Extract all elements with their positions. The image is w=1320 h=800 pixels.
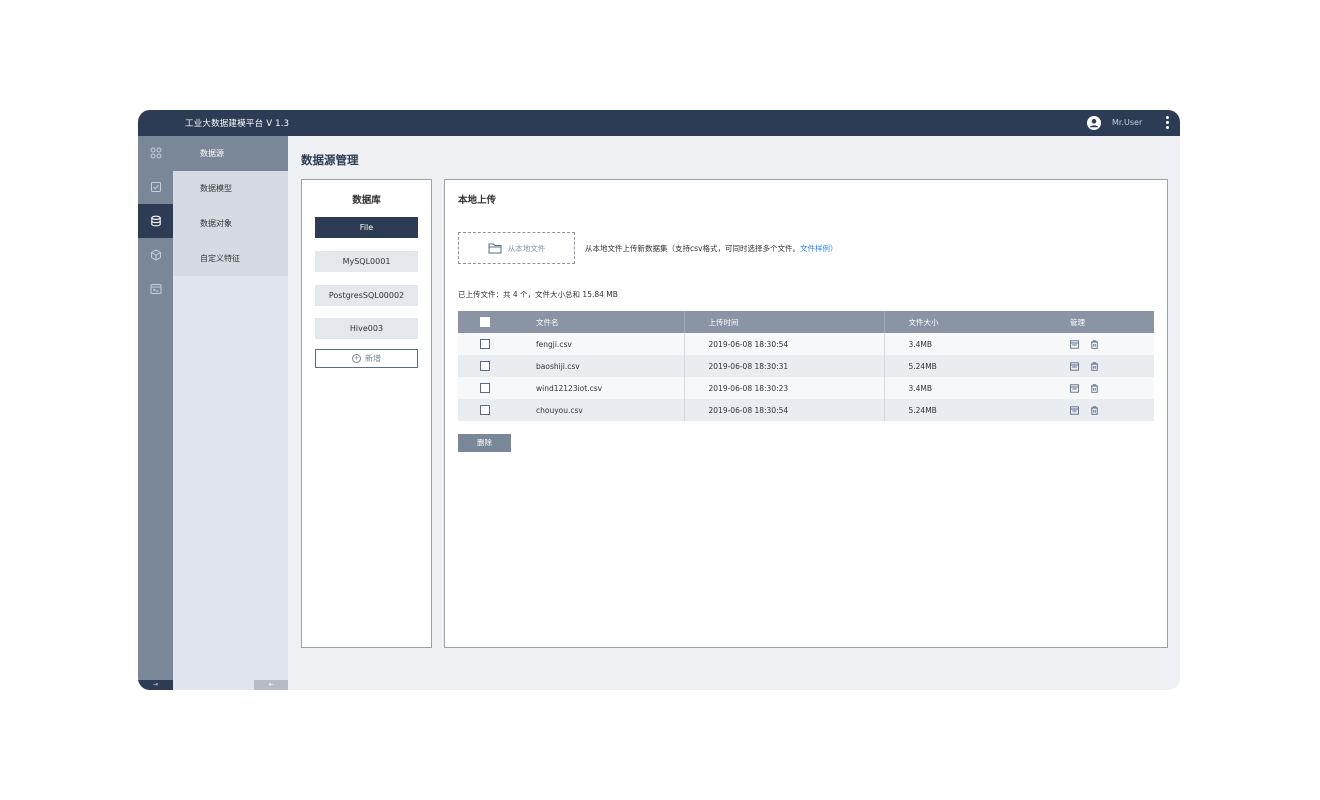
database-panel: 数据库 File MySQL0001 PostgresSQL00002 Hive…	[301, 179, 432, 648]
column-header-manage: 管理	[1046, 311, 1154, 333]
source-button-mysql[interactable]: MySQL0001	[315, 251, 418, 272]
rail-item-console[interactable]	[138, 272, 173, 306]
source-button-hive[interactable]: Hive003	[315, 318, 418, 339]
upload-summary: 已上传文件：共 4 个，文件大小总和 15.84 MB	[458, 290, 618, 299]
row-checkbox[interactable]	[480, 405, 490, 415]
sub-nav-item-data-model[interactable]: 数据模型	[173, 171, 288, 206]
source-button-postgres[interactable]: PostgresSQL00002	[315, 285, 418, 306]
file-table: 文件名 上传时间 文件大小 管理 fengji.csv 2019-06-08 1…	[458, 311, 1154, 421]
rail-item-tasks[interactable]	[138, 170, 173, 204]
folder-icon	[488, 243, 502, 254]
upload-hint: 从本地文件上传新数据集（支持csv格式，可同时选择多个文件。文件样例）	[585, 243, 837, 254]
column-header-upload-time: 上传时间	[684, 311, 885, 333]
icon-rail: ⇥	[138, 136, 173, 690]
upload-from-local-button[interactable]: 从本地文件	[458, 232, 575, 264]
sample-file-link[interactable]: 文件样例	[800, 244, 830, 253]
collapse-nav-button[interactable]: ⇤	[254, 680, 288, 690]
trash-icon[interactable]	[1090, 384, 1099, 393]
add-source-label: 新增	[365, 354, 381, 363]
user-avatar-icon[interactable]	[1087, 116, 1101, 130]
database-icon	[150, 215, 161, 227]
terminal-icon	[150, 284, 161, 294]
preview-icon[interactable]	[1070, 362, 1079, 371]
database-panel-title: 数据库	[352, 195, 381, 206]
delete-button[interactable]: 删除	[458, 434, 511, 452]
app-title: 工业大数据建模平台 V 1.3	[185, 119, 290, 129]
user-name[interactable]: Mr.User	[1112, 118, 1142, 127]
upload-panel: 本地上传 从本地文件 从本地文件上传新数据集（支持csv格式，可同时选择多个文件…	[444, 179, 1168, 648]
upload-time-cell: 2019-06-08 18:30:31	[684, 355, 885, 377]
table-row: fengji.csv 2019-06-08 18:30:54 3.4MB	[458, 333, 1154, 355]
table-row: baoshiji.csv 2019-06-08 18:30:31 5.24MB	[458, 355, 1154, 377]
sub-nav-item-datasource[interactable]: 数据源	[173, 136, 288, 171]
trash-icon[interactable]	[1090, 340, 1099, 349]
source-button-file[interactable]: File	[315, 217, 418, 238]
column-header-filename: 文件名	[512, 311, 685, 333]
file-size-cell: 3.4MB	[884, 377, 1046, 399]
add-source-button[interactable]: + 新增	[315, 349, 418, 368]
cube-icon	[150, 249, 161, 261]
file-name-cell: baoshiji.csv	[512, 355, 685, 377]
header-checkbox-cell	[458, 311, 512, 333]
row-checkbox[interactable]	[480, 361, 490, 371]
manage-cell	[1046, 377, 1154, 399]
top-bar: 工业大数据建模平台 V 1.3 Mr.User	[138, 110, 1180, 136]
rail-item-models[interactable]	[138, 238, 173, 272]
select-all-checkbox[interactable]	[480, 317, 490, 327]
manage-cell	[1046, 399, 1154, 421]
file-size-cell: 3.4MB	[884, 333, 1046, 355]
plus-circle-icon: +	[352, 354, 361, 363]
upload-time-cell: 2019-06-08 18:30:54	[684, 333, 885, 355]
preview-icon[interactable]	[1070, 340, 1079, 349]
preview-icon[interactable]	[1070, 384, 1079, 393]
file-size-cell: 5.24MB	[884, 399, 1046, 421]
file-name-cell: wind12123iot.csv	[512, 377, 685, 399]
upload-time-cell: 2019-06-08 18:30:54	[684, 399, 885, 421]
rail-item-apps[interactable]	[138, 136, 173, 170]
more-menu-icon[interactable]	[1164, 114, 1170, 132]
file-name-cell: chouyou.csv	[512, 399, 685, 421]
manage-cell	[1046, 355, 1154, 377]
upload-hint-close: ）	[829, 244, 838, 253]
sub-nav-item-data-object[interactable]: 数据对象	[173, 206, 288, 241]
trash-icon[interactable]	[1090, 406, 1099, 415]
row-checkbox[interactable]	[480, 339, 490, 349]
table-header-row: 文件名 上传时间 文件大小 管理	[458, 311, 1154, 333]
manage-cell	[1046, 333, 1154, 355]
row-checkbox[interactable]	[480, 383, 490, 393]
sub-nav: 数据源 数据模型 数据对象 自定义特征 ⇤	[173, 136, 288, 690]
upload-section-title: 本地上传	[458, 195, 497, 206]
file-name-cell: fengji.csv	[512, 333, 685, 355]
checklist-icon	[150, 182, 161, 192]
rail-item-data[interactable]	[138, 204, 173, 238]
preview-icon[interactable]	[1070, 406, 1079, 415]
upload-hint-text: 从本地文件上传新数据集（支持csv格式，可同时选择多个文件。	[585, 244, 800, 253]
table-row: wind12123iot.csv 2019-06-08 18:30:23 3.4…	[458, 377, 1154, 399]
table-row: chouyou.csv 2019-06-08 18:30:54 5.24MB	[458, 399, 1154, 421]
expand-rail-button[interactable]: ⇥	[138, 680, 173, 690]
page-title: 数据源管理	[301, 153, 359, 167]
upload-time-cell: 2019-06-08 18:30:23	[684, 377, 885, 399]
grid-icon	[150, 147, 161, 159]
sub-nav-item-custom-feature[interactable]: 自定义特征	[173, 241, 288, 276]
upload-button-label: 从本地文件	[507, 243, 546, 253]
file-size-cell: 5.24MB	[884, 355, 1046, 377]
trash-icon[interactable]	[1090, 362, 1099, 371]
app-window: 工业大数据建模平台 V 1.3 Mr.User ⇥ 数据源 数据模型 数据对象 …	[138, 110, 1180, 690]
column-header-file-size: 文件大小	[884, 311, 1046, 333]
